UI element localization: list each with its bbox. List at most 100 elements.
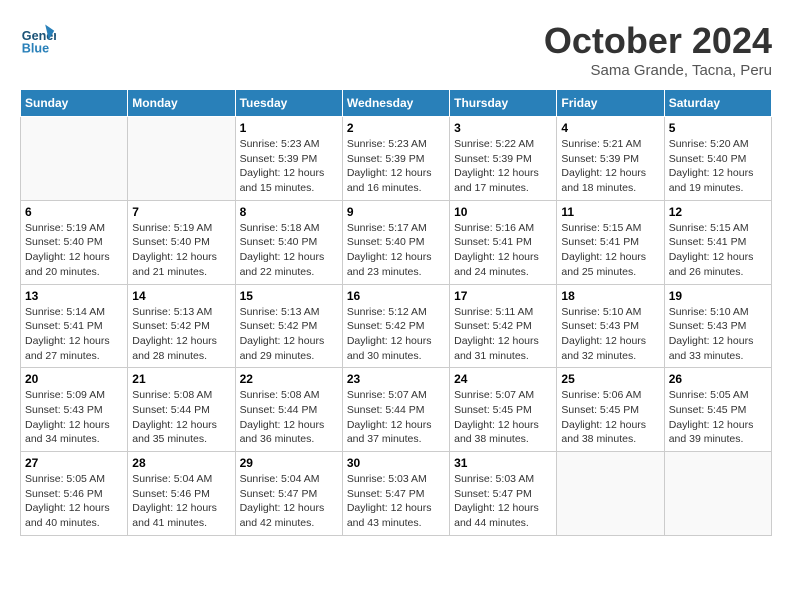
day-info: Sunrise: 5:12 AMSunset: 5:42 PMDaylight:… xyxy=(347,305,445,364)
table-row: 10 Sunrise: 5:16 AMSunset: 5:41 PMDayligh… xyxy=(450,200,557,284)
day-number: 17 xyxy=(454,289,552,303)
day-info: Sunrise: 5:07 AMSunset: 5:45 PMDaylight:… xyxy=(454,388,552,447)
day-info: Sunrise: 5:10 AMSunset: 5:43 PMDaylight:… xyxy=(669,305,767,364)
table-row: 15 Sunrise: 5:13 AMSunset: 5:42 PMDayligh… xyxy=(235,284,342,368)
day-number: 7 xyxy=(132,205,230,219)
table-row: 8Sunrise: 5:18 AMSunset: 5:40 PMDaylight… xyxy=(235,200,342,284)
day-info: Sunrise: 5:08 AMSunset: 5:44 PMDaylight:… xyxy=(132,388,230,447)
day-info: Sunrise: 5:17 AMSunset: 5:40 PMDaylight:… xyxy=(347,221,445,280)
day-info: Sunrise: 5:16 AMSunset: 5:41 PMDaylight:… xyxy=(454,221,552,280)
day-number: 5 xyxy=(669,121,767,135)
day-number: 2 xyxy=(347,121,445,135)
day-info: Sunrise: 5:10 AMSunset: 5:43 PMDaylight:… xyxy=(561,305,659,364)
table-row: 23 Sunrise: 5:07 AMSunset: 5:44 PMDayligh… xyxy=(342,368,449,452)
table-row: 2 Sunrise: 5:23 AMSunset: 5:39 PMDaylight… xyxy=(342,117,449,201)
day-number: 16 xyxy=(347,289,445,303)
calendar-week-row: 27 Sunrise: 5:05 AMSunset: 5:46 PMDayligh… xyxy=(21,452,772,536)
calendar-header-row: Sunday Monday Tuesday Wednesday Thursday… xyxy=(21,90,772,117)
day-number: 11 xyxy=(561,205,659,219)
day-number: 29 xyxy=(240,456,338,470)
day-number: 8 xyxy=(240,205,338,219)
svg-text:Blue: Blue xyxy=(22,41,49,55)
calendar-table: Sunday Monday Tuesday Wednesday Thursday… xyxy=(20,89,772,536)
day-number: 1 xyxy=(240,121,338,135)
day-info: Sunrise: 5:21 AMSunset: 5:39 PMDaylight:… xyxy=(561,137,659,196)
table-row xyxy=(21,117,128,201)
day-info: Sunrise: 5:13 AMSunset: 5:42 PMDaylight:… xyxy=(240,305,338,364)
header-tuesday: Tuesday xyxy=(235,90,342,117)
table-row: 18Sunrise: 5:10 AMSunset: 5:43 PMDayligh… xyxy=(557,284,664,368)
day-number: 26 xyxy=(669,372,767,386)
table-row: 13 Sunrise: 5:14 AMSunset: 5:41 PMDayligh… xyxy=(21,284,128,368)
table-row: 29 Sunrise: 5:04 AMSunset: 5:47 PMDayligh… xyxy=(235,452,342,536)
day-number: 21 xyxy=(132,372,230,386)
day-info: Sunrise: 5:03 AMSunset: 5:47 PMDaylight:… xyxy=(454,472,552,531)
location: Sama Grande, Tacna, Peru xyxy=(544,62,772,79)
day-number: 25 xyxy=(561,372,659,386)
day-info: Sunrise: 5:04 AMSunset: 5:47 PMDaylight:… xyxy=(240,472,338,531)
table-row: 26Sunrise: 5:05 AMSunset: 5:45 PMDayligh… xyxy=(664,368,771,452)
table-row: 25 Sunrise: 5:06 AMSunset: 5:45 PMDayligh… xyxy=(557,368,664,452)
calendar-week-row: 20Sunrise: 5:09 AMSunset: 5:43 PMDayligh… xyxy=(21,368,772,452)
day-number: 6 xyxy=(25,205,123,219)
title-section: October 2024 Sama Grande, Tacna, Peru xyxy=(544,20,772,79)
day-info: Sunrise: 5:04 AMSunset: 5:46 PMDaylight:… xyxy=(132,472,230,531)
day-number: 13 xyxy=(25,289,123,303)
day-info: Sunrise: 5:09 AMSunset: 5:43 PMDaylight:… xyxy=(25,388,123,447)
day-info: Sunrise: 5:19 AMSunset: 5:40 PMDaylight:… xyxy=(132,221,230,280)
day-number: 30 xyxy=(347,456,445,470)
table-row: 22 Sunrise: 5:08 AMSunset: 5:44 PMDayligh… xyxy=(235,368,342,452)
header-monday: Monday xyxy=(128,90,235,117)
day-number: 27 xyxy=(25,456,123,470)
table-row: 14Sunrise: 5:13 AMSunset: 5:42 PMDayligh… xyxy=(128,284,235,368)
day-info: Sunrise: 5:22 AMSunset: 5:39 PMDaylight:… xyxy=(454,137,552,196)
day-info: Sunrise: 5:20 AMSunset: 5:40 PMDaylight:… xyxy=(669,137,767,196)
table-row: 12 Sunrise: 5:15 AMSunset: 5:41 PMDayligh… xyxy=(664,200,771,284)
table-row: 19Sunrise: 5:10 AMSunset: 5:43 PMDayligh… xyxy=(664,284,771,368)
day-info: Sunrise: 5:23 AMSunset: 5:39 PMDaylight:… xyxy=(347,137,445,196)
table-row: 1 Sunrise: 5:23 AMSunset: 5:39 PMDaylight… xyxy=(235,117,342,201)
day-info: Sunrise: 5:14 AMSunset: 5:41 PMDaylight:… xyxy=(25,305,123,364)
calendar-week-row: 13 Sunrise: 5:14 AMSunset: 5:41 PMDayligh… xyxy=(21,284,772,368)
page-header: General Blue October 2024 Sama Grande, T… xyxy=(20,20,772,79)
table-row: 5 Sunrise: 5:20 AMSunset: 5:40 PMDaylight… xyxy=(664,117,771,201)
table-row: 28Sunrise: 5:04 AMSunset: 5:46 PMDayligh… xyxy=(128,452,235,536)
table-row: 9 Sunrise: 5:17 AMSunset: 5:40 PMDaylight… xyxy=(342,200,449,284)
day-number: 12 xyxy=(669,205,767,219)
header-thursday: Thursday xyxy=(450,90,557,117)
day-number: 10 xyxy=(454,205,552,219)
table-row: 31Sunrise: 5:03 AMSunset: 5:47 PMDayligh… xyxy=(450,452,557,536)
day-number: 23 xyxy=(347,372,445,386)
table-row: 27 Sunrise: 5:05 AMSunset: 5:46 PMDayligh… xyxy=(21,452,128,536)
day-info: Sunrise: 5:06 AMSunset: 5:45 PMDaylight:… xyxy=(561,388,659,447)
table-row: 30 Sunrise: 5:03 AMSunset: 5:47 PMDayligh… xyxy=(342,452,449,536)
day-info: Sunrise: 5:07 AMSunset: 5:44 PMDaylight:… xyxy=(347,388,445,447)
header-saturday: Saturday xyxy=(664,90,771,117)
day-info: Sunrise: 5:11 AMSunset: 5:42 PMDaylight:… xyxy=(454,305,552,364)
header-friday: Friday xyxy=(557,90,664,117)
calendar-week-row: 6 Sunrise: 5:19 AMSunset: 5:40 PMDaylight… xyxy=(21,200,772,284)
logo-icon: General Blue xyxy=(20,20,56,56)
table-row: 4Sunrise: 5:21 AMSunset: 5:39 PMDaylight… xyxy=(557,117,664,201)
day-info: Sunrise: 5:15 AMSunset: 5:41 PMDaylight:… xyxy=(669,221,767,280)
day-number: 9 xyxy=(347,205,445,219)
day-info: Sunrise: 5:03 AMSunset: 5:47 PMDaylight:… xyxy=(347,472,445,531)
table-row xyxy=(128,117,235,201)
day-info: Sunrise: 5:19 AMSunset: 5:40 PMDaylight:… xyxy=(25,221,123,280)
day-info: Sunrise: 5:05 AMSunset: 5:46 PMDaylight:… xyxy=(25,472,123,531)
table-row: 24Sunrise: 5:07 AMSunset: 5:45 PMDayligh… xyxy=(450,368,557,452)
table-row: 11Sunrise: 5:15 AMSunset: 5:41 PMDayligh… xyxy=(557,200,664,284)
day-info: Sunrise: 5:23 AMSunset: 5:39 PMDaylight:… xyxy=(240,137,338,196)
logo: General Blue xyxy=(20,20,60,56)
table-row: 20Sunrise: 5:09 AMSunset: 5:43 PMDayligh… xyxy=(21,368,128,452)
header-sunday: Sunday xyxy=(21,90,128,117)
day-info: Sunrise: 5:08 AMSunset: 5:44 PMDaylight:… xyxy=(240,388,338,447)
table-row xyxy=(664,452,771,536)
table-row xyxy=(557,452,664,536)
table-row: 16 Sunrise: 5:12 AMSunset: 5:42 PMDayligh… xyxy=(342,284,449,368)
day-number: 22 xyxy=(240,372,338,386)
table-row: 21 Sunrise: 5:08 AMSunset: 5:44 PMDayligh… xyxy=(128,368,235,452)
day-number: 15 xyxy=(240,289,338,303)
table-row: 6 Sunrise: 5:19 AMSunset: 5:40 PMDaylight… xyxy=(21,200,128,284)
table-row: 7 Sunrise: 5:19 AMSunset: 5:40 PMDaylight… xyxy=(128,200,235,284)
